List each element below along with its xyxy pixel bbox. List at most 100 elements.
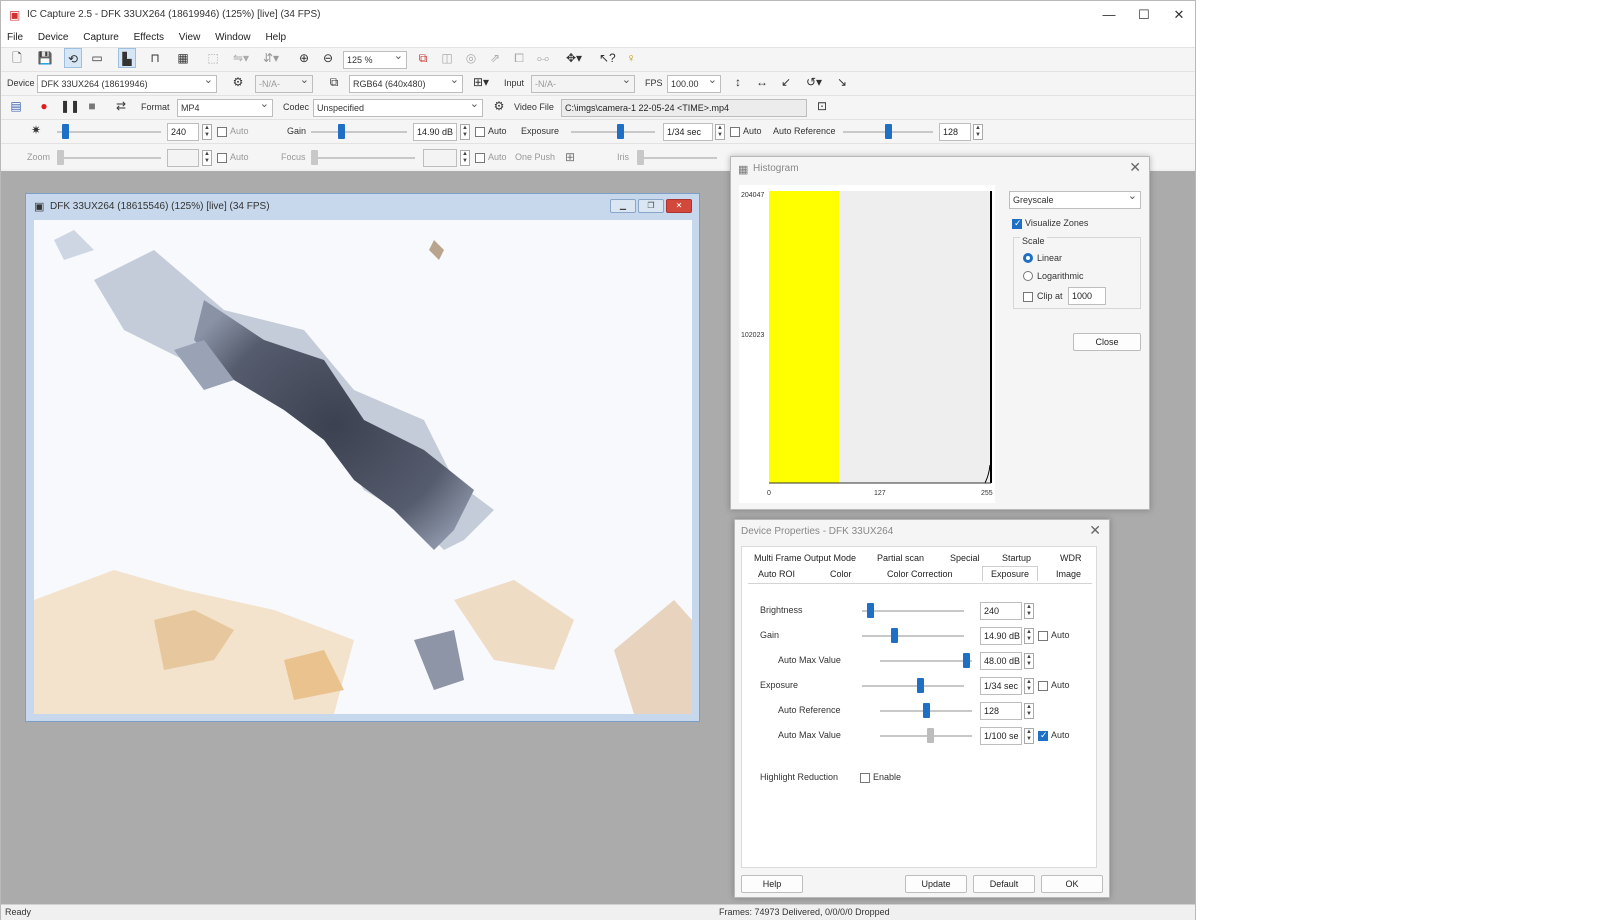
property-spinner[interactable]: ▲ ▼ <box>1024 653 1034 669</box>
gain-slider[interactable] <box>311 124 407 140</box>
gain-auto-checkbox[interactable] <box>475 127 485 137</box>
slider-thumb[interactable] <box>885 124 892 139</box>
save-icon[interactable]: 💾 <box>37 48 53 68</box>
video-format-select[interactable]: RGB64 (640x480) <box>349 75 463 93</box>
video-minimize-button[interactable]: ▁ <box>610 199 636 213</box>
fps-select[interactable]: 100.00 <box>667 75 721 93</box>
brightness-slider[interactable] <box>57 124 161 140</box>
exposure-value[interactable]: 1/34 sec <box>663 123 713 141</box>
histogram-mode-select[interactable]: Greyscale <box>1009 191 1141 209</box>
property-spinner[interactable]: ▲ ▼ <box>1024 603 1034 619</box>
linear-radio[interactable] <box>1023 253 1033 263</box>
histogram-close-icon[interactable]: ✕ <box>1129 159 1141 176</box>
tab-exposure[interactable]: Exposure <box>982 566 1039 581</box>
property-slider-thumb[interactable] <box>963 653 970 668</box>
property-slider[interactable] <box>880 653 972 669</box>
property-value[interactable]: 14.90 dB <box>980 627 1022 645</box>
help-button[interactable]: Help <box>741 875 803 893</box>
snapshot-icon[interactable]: ▭ <box>89 48 105 68</box>
flip-horizontal-icon[interactable]: ↔ <box>755 72 769 92</box>
paste-icon[interactable]: ⧟ <box>535 48 551 68</box>
maximize-button[interactable]: ☐ <box>1129 5 1159 25</box>
zoom-auto-checkbox[interactable] <box>217 153 227 163</box>
menu-window[interactable]: Window <box>209 29 257 43</box>
ok-button[interactable]: OK <box>1041 875 1103 893</box>
property-auto-checkbox[interactable] <box>1038 631 1048 641</box>
new-icon[interactable]: 🗋 <box>9 48 25 68</box>
rotate-icon[interactable]: ⇵▾ <box>259 48 283 68</box>
device-select[interactable]: DFK 33UX264 (18619946) <box>37 75 217 93</box>
brightness-value[interactable]: 240 <box>167 123 199 141</box>
logarithmic-radio[interactable] <box>1023 271 1033 281</box>
property-value[interactable]: 128 <box>980 702 1022 720</box>
codec-select[interactable]: Unspecified <box>313 99 483 117</box>
fit-icon[interactable]: ⬚ <box>205 48 221 68</box>
property-value[interactable]: 1/100 se <box>980 727 1022 745</box>
tab-auto-roi[interactable]: Auto ROI <box>758 569 795 579</box>
input-select[interactable]: -N/A- <box>531 75 635 93</box>
overlay-icon[interactable]: ◫ <box>439 48 455 68</box>
histogram-toggle-icon[interactable]: ▙ <box>118 48 136 68</box>
pin-icon[interactable]: ♀ <box>623 48 639 68</box>
zoom-out-icon[interactable]: ⊖ <box>320 48 336 68</box>
menu-help[interactable]: Help <box>259 29 292 43</box>
tab-color-correction[interactable]: Color Correction <box>887 569 953 579</box>
property-slider[interactable] <box>862 678 964 694</box>
live-video-icon[interactable]: ⟲ <box>64 48 82 68</box>
move-icon[interactable]: ✥▾ <box>561 48 587 68</box>
property-slider-thumb[interactable] <box>891 628 898 643</box>
tab-image[interactable]: Image <box>1056 569 1081 579</box>
property-spinner[interactable]: ▲ ▼ <box>1024 703 1034 719</box>
live-video[interactable] <box>34 220 692 714</box>
rotate-select-icon[interactable]: ↺▾ <box>801 72 827 92</box>
property-slider[interactable] <box>862 603 964 619</box>
clip-checkbox[interactable] <box>1023 292 1033 302</box>
property-slider-thumb[interactable] <box>917 678 924 693</box>
zoom-spinner[interactable]: ▲ ▼ <box>202 150 212 166</box>
exposure-auto-checkbox[interactable] <box>730 127 740 137</box>
display-mode-icon[interactable]: ▦ <box>175 48 191 68</box>
highlight-reduction-checkbox[interactable] <box>860 773 870 783</box>
property-spinner[interactable]: ▲ ▼ <box>1024 728 1034 744</box>
update-button[interactable]: Update <box>905 875 967 893</box>
property-spinner[interactable]: ▲ ▼ <box>1024 628 1034 644</box>
video-norm-select[interactable]: -N/A- <box>255 75 313 93</box>
menu-effects[interactable]: Effects <box>128 29 170 43</box>
device-settings-icon[interactable]: ⚙ <box>229 72 247 92</box>
default-button[interactable]: Default <box>973 875 1035 893</box>
zoom-value[interactable] <box>167 149 199 167</box>
help-cursor-icon[interactable]: ↖? <box>599 48 616 68</box>
menu-file[interactable]: File <box>1 29 29 43</box>
property-spinner[interactable]: ▲ ▼ <box>1024 678 1034 694</box>
auto-reference-value[interactable]: 128 <box>939 123 971 141</box>
video-close-button[interactable]: ✕ <box>666 199 692 213</box>
slider-thumb[interactable] <box>62 124 69 139</box>
tab-partial-scan[interactable]: Partial scan <box>877 553 924 563</box>
property-auto-checkbox[interactable] <box>1038 730 1048 741</box>
exposure-spinner[interactable]: ▲ ▼ <box>715 124 725 140</box>
rotate-left-icon[interactable]: ↙ <box>779 72 793 92</box>
stop-icon[interactable]: ■ <box>84 96 100 116</box>
focus-slider[interactable] <box>311 150 415 166</box>
capture-settings-icon[interactable]: ▤ <box>7 96 25 116</box>
zoom-select[interactable]: 125 % <box>343 51 407 69</box>
trigger-icon[interactable]: ⊓ <box>147 48 163 68</box>
clip-value-field[interactable]: 1000 <box>1068 287 1106 305</box>
iris-slider[interactable] <box>637 150 717 166</box>
frame-format-icon[interactable]: ⊞▾ <box>468 72 494 92</box>
format-select[interactable]: MP4 <box>177 99 273 117</box>
property-value[interactable]: 1/34 sec <box>980 677 1022 695</box>
tab-multi-frame[interactable]: Multi Frame Output Mode <box>754 553 856 563</box>
sequence-icon[interactable]: ⇄ <box>112 96 130 116</box>
tab-wdr[interactable]: WDR <box>1060 553 1082 563</box>
property-slider-thumb[interactable] <box>923 703 930 718</box>
roi-icon[interactable]: ◎ <box>463 48 479 68</box>
zoom-slider[interactable] <box>57 150 161 166</box>
tab-startup[interactable]: Startup <box>1002 553 1031 563</box>
property-slider-thumb[interactable] <box>927 728 934 743</box>
focus-auto-checkbox[interactable] <box>475 153 485 163</box>
video-format-icon[interactable]: ⧉ <box>325 72 343 92</box>
video-file-field[interactable]: C:\imgs\camera-1 22-05-24 <TIME>.mp4 <box>561 99 807 117</box>
property-slider[interactable] <box>880 703 972 719</box>
exposure-slider[interactable] <box>571 124 655 140</box>
